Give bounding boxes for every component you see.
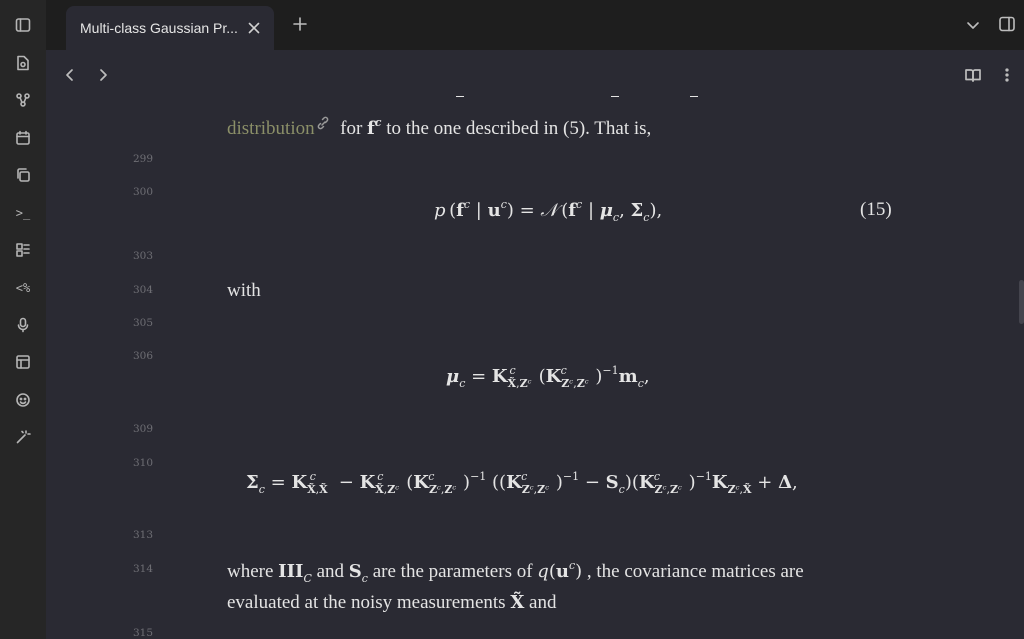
- graph-icon[interactable]: [12, 89, 34, 111]
- line-number: 299: [133, 153, 154, 165]
- reading-view-book-icon[interactable]: [964, 66, 982, 84]
- line-number: 313: [133, 529, 154, 541]
- line-number: 305: [133, 317, 154, 329]
- line-number: 303: [133, 250, 154, 262]
- line-number: 315: [133, 627, 154, 639]
- text-with: with: [227, 280, 261, 301]
- equation-mu: μc = KX̃,Zᶜc (KZᶜ,Zᶜc )−1mc,: [446, 364, 650, 390]
- scrollbar-thumb[interactable]: [1019, 280, 1024, 324]
- sidebar-toggle-icon[interactable]: [12, 14, 34, 36]
- line-number: 306: [133, 350, 154, 362]
- terminal-icon[interactable]: >_: [12, 202, 34, 224]
- paragraph-line: distribution for fc to the one described…: [227, 116, 651, 140]
- new-tab-icon[interactable]: [291, 15, 309, 33]
- smiley-icon[interactable]: [12, 389, 34, 411]
- left-ribbon: >_ <%: [0, 0, 46, 639]
- clipped-line-fragment: [456, 96, 464, 97]
- clipped-line-fragment: [690, 96, 698, 97]
- paragraph-line: evaluated at the noisy measurements X̃ a…: [227, 592, 557, 613]
- equation-number: (15): [860, 199, 892, 220]
- text-evaluated: evaluated at the noisy measurements: [227, 592, 506, 613]
- equation-15: p (fc | uc) = 𝒩 (fc | μc, Σc),: [434, 198, 663, 224]
- magic-wand-icon[interactable]: [12, 426, 34, 448]
- close-icon[interactable]: [246, 20, 262, 36]
- right-sidebar-toggle-icon[interactable]: [998, 15, 1016, 33]
- text-and-end: and: [529, 592, 557, 613]
- line-number: 309: [133, 423, 154, 435]
- text-described: to the one described in (5). That is,: [386, 118, 652, 139]
- line-number: 304: [133, 284, 154, 296]
- text-params: are the parameters of: [372, 561, 533, 582]
- file-search-icon[interactable]: [12, 52, 34, 74]
- link-icon[interactable]: [315, 116, 331, 139]
- equation-sigma: Σc = KX̃,X̃c − KX̃,Zᶜc (KZᶜ,Zᶜc )−1 ((KZ…: [246, 470, 798, 496]
- tab-bar: Multi-class Gaussian Pr...: [46, 0, 1024, 50]
- internal-link[interactable]: distribution: [227, 118, 315, 139]
- microphone-icon[interactable]: [12, 314, 34, 336]
- clipped-line-fragment: [611, 96, 619, 97]
- line-number: 310: [133, 457, 154, 469]
- line-number: 314: [133, 563, 154, 575]
- kanban-icon[interactable]: [12, 239, 34, 261]
- text-cov: , the covariance matrices are: [586, 561, 804, 582]
- back-chevron-icon[interactable]: [61, 66, 79, 84]
- line-number: 300: [133, 186, 154, 198]
- percent-code-icon[interactable]: <%: [12, 277, 34, 299]
- copy-icon[interactable]: [12, 164, 34, 186]
- math-f: fc: [367, 116, 382, 139]
- text-where: where: [227, 561, 274, 582]
- paragraph-line: where IIIC and Sc are the parameters of …: [227, 559, 804, 585]
- more-options-icon[interactable]: [998, 66, 1016, 84]
- text-and: and: [316, 561, 345, 582]
- tab-active[interactable]: Multi-class Gaussian Pr...: [66, 6, 274, 50]
- calendar-icon[interactable]: [12, 127, 34, 149]
- forward-chevron-icon[interactable]: [94, 66, 112, 84]
- chevron-down-icon[interactable]: [964, 16, 982, 34]
- tab-title: Multi-class Gaussian Pr...: [80, 20, 238, 36]
- text-for: for: [340, 118, 363, 139]
- layout-icon[interactable]: [12, 351, 34, 373]
